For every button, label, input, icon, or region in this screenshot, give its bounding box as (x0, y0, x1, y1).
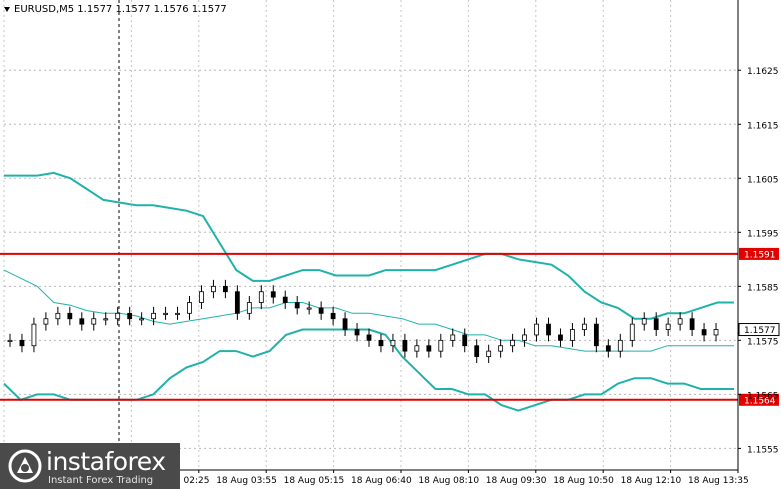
candle-body (270, 291, 276, 298)
x-tick-label: 18 Aug 12:10 (621, 476, 682, 486)
candle-body (498, 345, 504, 352)
candle-body (665, 323, 671, 330)
candle-body (713, 329, 719, 336)
logo-name: instaforex (46, 447, 166, 476)
x-tick-label: 18 Aug 05:15 (284, 476, 345, 486)
candle-body (653, 318, 659, 330)
level-label: 1.1591 (744, 250, 776, 260)
candle-body (486, 350, 492, 357)
x-tick-label: 18 Aug 10:50 (553, 476, 614, 486)
candle-body (282, 296, 288, 303)
candle-body (19, 339, 25, 347)
candle-body (294, 302, 300, 309)
y-tick-label: 1.1585 (747, 283, 779, 293)
candle-body (450, 334, 456, 341)
x-tick-label: 18 Aug 13:35 (688, 476, 749, 486)
candle-body (342, 318, 348, 330)
candle-body (55, 312, 61, 320)
x-tick-label: 18 Aug 03:55 (216, 476, 277, 486)
instaforex-logo: instaforex Instant Forex Trading (0, 443, 180, 489)
candle-body (474, 345, 480, 357)
candle-body (175, 312, 180, 315)
candle-body (605, 345, 611, 352)
candle-body (318, 307, 324, 314)
candle-body (222, 285, 228, 293)
y-tick-label: 1.1615 (747, 121, 779, 131)
y-tick-label: 1.1575 (747, 337, 779, 347)
candle-body (522, 334, 527, 341)
y-tick-label: 1.1605 (747, 175, 779, 185)
candle-body (306, 307, 312, 310)
candle-body (366, 334, 372, 341)
candle-body (689, 318, 695, 330)
candle-body (390, 339, 396, 347)
y-tick-label: 1.1555 (747, 445, 779, 455)
candle-body (79, 318, 85, 325)
candle-body (7, 339, 13, 342)
candle-body (43, 318, 49, 325)
x-tick-label: 18 Aug 06:40 (351, 476, 412, 486)
candle-body (163, 312, 168, 315)
candle-body (402, 339, 408, 352)
candle-body (151, 312, 157, 320)
candle-body (199, 291, 204, 303)
candle-body (558, 334, 563, 341)
candle-body (91, 318, 97, 325)
candle-body (67, 312, 73, 320)
instaforex-logo-icon (8, 449, 42, 483)
candle-body (211, 285, 216, 293)
candle-body (534, 323, 539, 336)
y-tick-label: 1.1565 (747, 391, 779, 401)
candle-body (127, 312, 133, 320)
candle-body (438, 339, 444, 352)
candle-body (617, 339, 623, 352)
candle-body (677, 318, 683, 325)
candle-body (593, 323, 599, 347)
candle-body (31, 323, 37, 347)
symbol-info: EURUSD,M5 1.1577 1.1577 1.1576 1.1577 (14, 4, 227, 15)
candle-body (354, 329, 360, 336)
candle-body (234, 291, 240, 314)
candle-body (187, 302, 192, 314)
price-chart[interactable]: 1.15911.15641.1577 1.16251.16151.16051.1… (0, 0, 781, 489)
logo-tagline: Instant Forex Trading (48, 475, 154, 486)
candle-body (115, 312, 121, 320)
current-price-label: 1.1577 (744, 326, 776, 336)
y-tick-label: 1.1625 (747, 67, 779, 77)
candle-body (246, 302, 252, 314)
candle-body (330, 312, 336, 320)
candle-body (582, 323, 587, 330)
candle-body (641, 318, 647, 325)
candle-body (462, 334, 468, 347)
candle-body (414, 345, 420, 352)
x-tick-label: 18 Aug 09:30 (486, 476, 547, 486)
candle-body (546, 323, 551, 336)
candle-body (510, 339, 516, 347)
candle-body (701, 329, 707, 336)
candle-body (629, 323, 635, 341)
symbol-header: EURUSD,M5 1.1577 1.1577 1.1576 1.1577 (4, 4, 227, 15)
dropdown-triangle-icon[interactable] (4, 6, 10, 12)
candle-body (139, 318, 145, 321)
candle-body (378, 339, 384, 347)
candle-body (103, 318, 109, 321)
candle-body (258, 291, 264, 303)
chart-background (0, 0, 781, 489)
y-tick-label: 1.1595 (747, 229, 779, 239)
x-tick-label: 18 Aug 08:10 (418, 476, 479, 486)
candle-body (426, 345, 432, 352)
candle-body (570, 329, 575, 341)
